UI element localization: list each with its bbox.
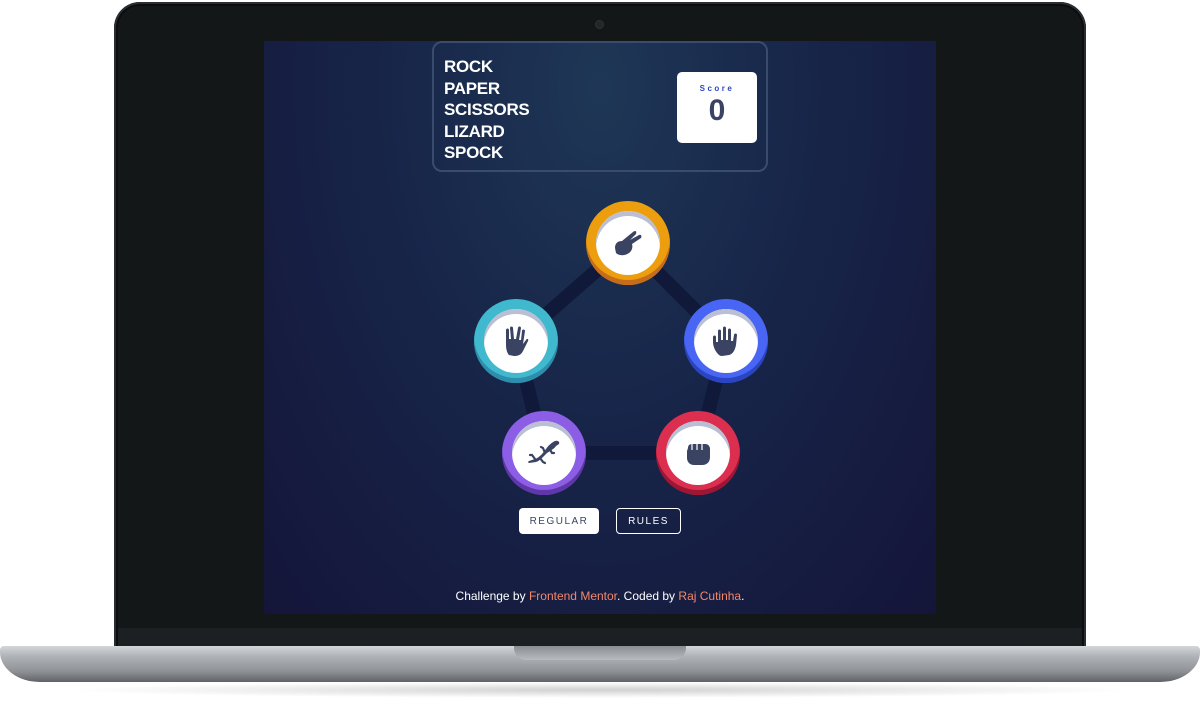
frontend-mentor-link[interactable]: Frontend Mentor	[529, 589, 617, 603]
scissors-hand-icon	[615, 230, 642, 256]
game-board	[264, 41, 936, 614]
spock-button[interactable]	[474, 299, 558, 383]
paper-button[interactable]	[684, 299, 768, 383]
author-link[interactable]: Raj Cutinha	[678, 589, 741, 603]
attribution-footer: Challenge by Frontend Mentor. Coded by R…	[264, 589, 936, 603]
lizard-icon	[528, 440, 560, 465]
pentagon-lines	[509, 236, 733, 460]
camera-icon	[596, 21, 603, 28]
scissors-button[interactable]	[586, 201, 670, 285]
app-screen: ROCK PAPER SCISSORS LIZARD SPOCK Score 0	[264, 41, 936, 614]
paper-hand-icon	[713, 326, 737, 356]
footer-middle: . Coded by	[617, 589, 676, 603]
laptop-notch	[514, 646, 686, 660]
footer-prefix: Challenge by	[455, 589, 526, 603]
lizard-button[interactable]	[502, 411, 586, 495]
rock-fist-icon	[687, 444, 710, 465]
spock-hand-icon	[506, 326, 529, 356]
laptop-shadow	[60, 682, 1140, 698]
mode-regular-button[interactable]: REGULAR	[519, 508, 599, 534]
rules-button[interactable]: RULES	[616, 508, 681, 534]
rock-button[interactable]	[656, 411, 740, 495]
laptop-lower-bezel	[118, 628, 1082, 648]
footer-suffix: .	[741, 589, 745, 603]
